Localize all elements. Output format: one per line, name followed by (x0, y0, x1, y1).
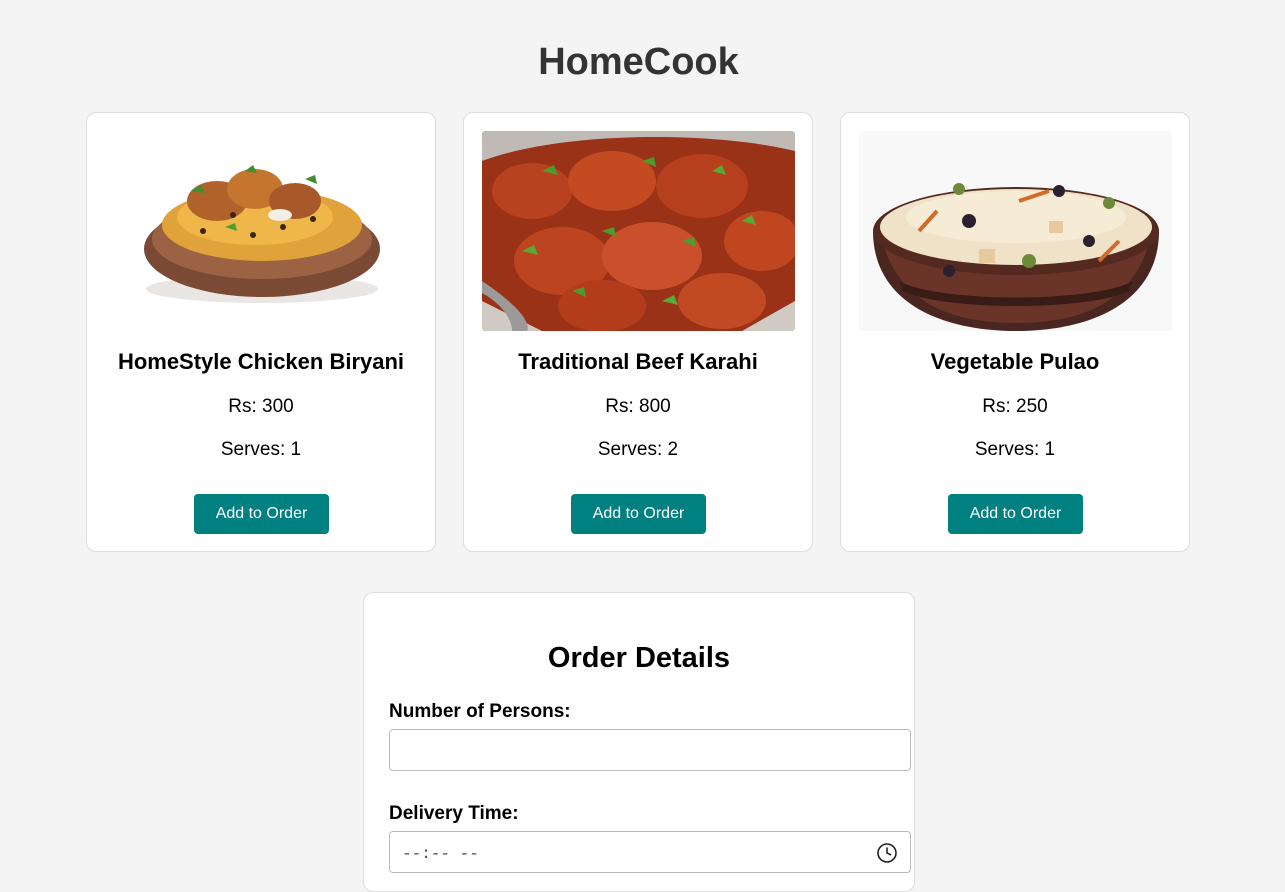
beef-karahi-image (482, 131, 795, 331)
dish-price: Rs: 250 (982, 396, 1048, 417)
add-to-order-button[interactable]: Add to Order (194, 494, 329, 534)
dish-name: Vegetable Pulao (930, 349, 1100, 374)
dish-serves: Serves: 2 (597, 439, 679, 460)
dish-price: Rs: 300 (228, 396, 294, 417)
delivery-time-input[interactable]: --:-- -- (389, 831, 911, 873)
dish-price: Rs: 800 (605, 396, 671, 417)
persons-input[interactable] (389, 729, 911, 771)
clock-icon[interactable] (876, 842, 898, 864)
menu-card-chicken-biryani: HomeStyle Chicken Biryani Rs: 300 Serves… (86, 112, 436, 552)
menu-card-beef-karahi: Traditional Beef Karahi Rs: 800 Serves: … (463, 112, 813, 552)
delivery-time-label: Delivery Time: (389, 803, 519, 824)
order-details-title: Order Details (547, 642, 731, 674)
dish-serves: Serves: 1 (974, 439, 1056, 460)
dish-name: Traditional Beef Karahi (518, 349, 758, 374)
dish-serves: Serves: 1 (220, 439, 302, 460)
add-to-order-button[interactable]: Add to Order (571, 494, 706, 534)
menu-grid: HomeStyle Chicken Biryani Rs: 300 Serves… (86, 112, 1192, 554)
page-title: HomeCook (538, 41, 739, 83)
chicken-biryani-image (105, 131, 418, 331)
add-to-order-button[interactable]: Add to Order (948, 494, 1083, 534)
order-details-form: Order Details Number of Persons: Deliver… (363, 592, 915, 892)
vegetable-pulao-image (859, 131, 1172, 331)
dish-name: HomeStyle Chicken Biryani (117, 349, 405, 374)
delivery-time-value: --:-- -- (402, 845, 479, 863)
persons-label: Number of Persons: (389, 701, 571, 722)
menu-card-vegetable-pulao: Vegetable Pulao Rs: 250 Serves: 1 Add to… (840, 112, 1190, 552)
